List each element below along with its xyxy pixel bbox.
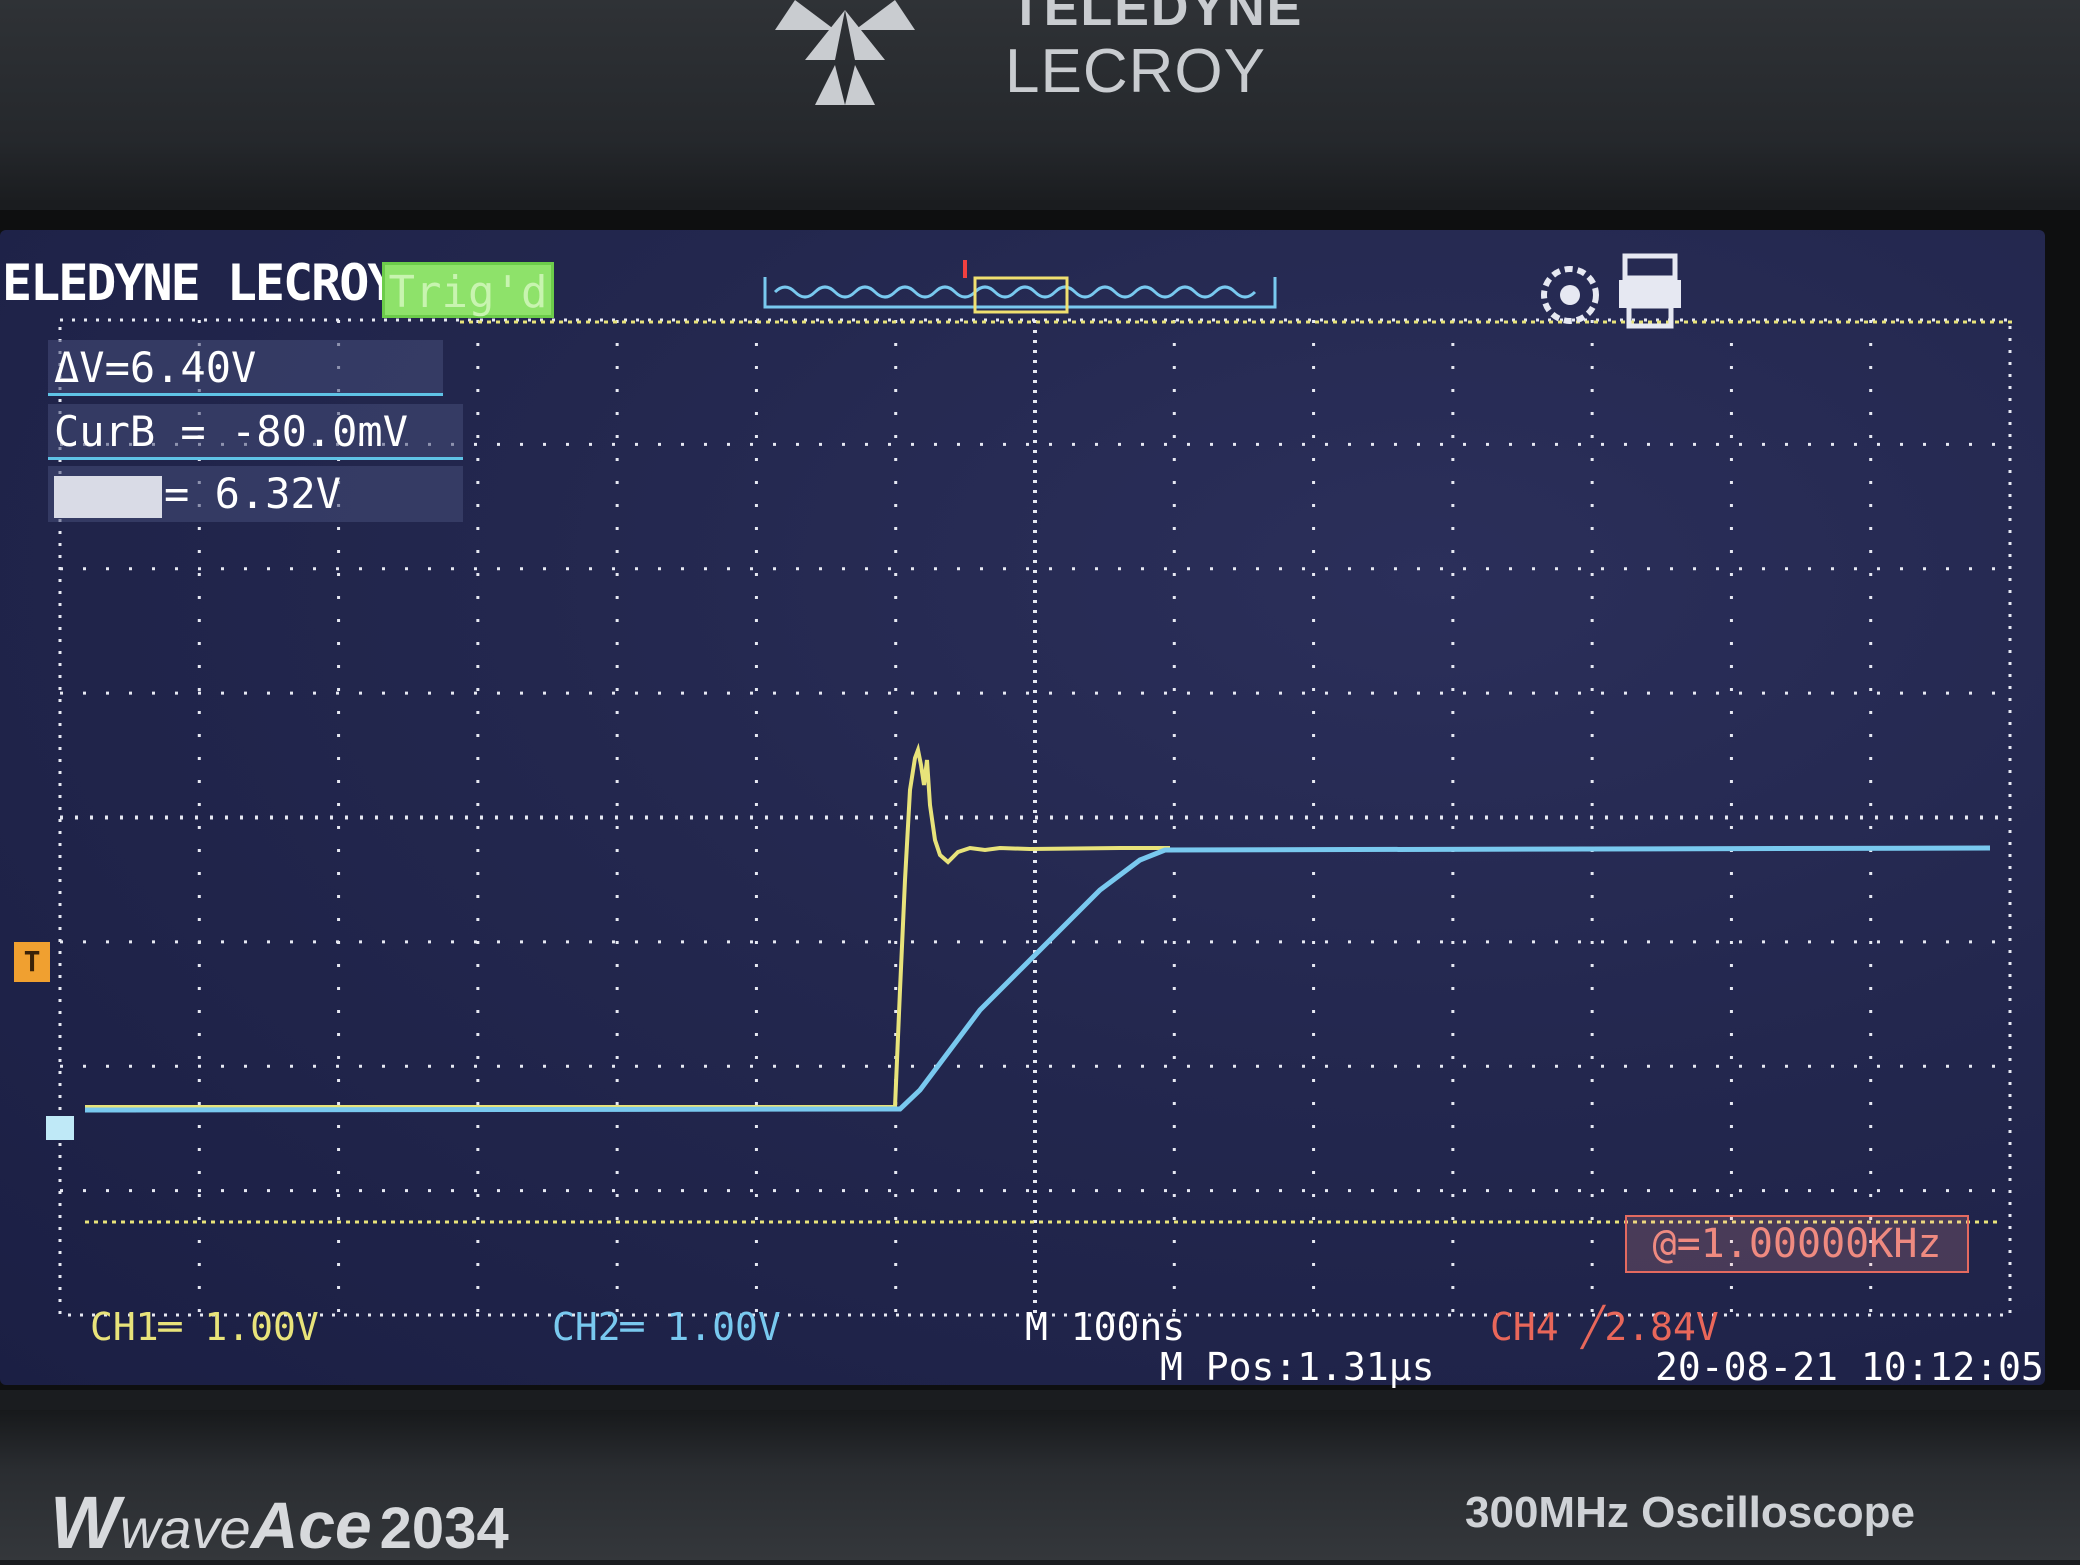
ch2-waveform xyxy=(84,845,1991,1113)
header-brand: ELEDYNE LECROY xyxy=(2,254,397,312)
screen-frame: ELEDYNE LECROY Trig'd ΔV=6.40V CurB = -8… xyxy=(0,210,2080,1390)
ch1-scale-label: CH1═ 1.00V xyxy=(90,1305,319,1349)
frequency-readout: @=1.00000KHz xyxy=(1625,1215,1969,1273)
model-description: 300MHz Oscilloscope xyxy=(1465,1488,1915,1537)
trigger-level-marker: T xyxy=(14,942,50,982)
cursor-delta-v-readout: ΔV=6.40V xyxy=(48,340,443,396)
timebase-label: M 100ns xyxy=(1025,1305,1186,1349)
model-logo: WwaveAce 2034 xyxy=(50,1480,509,1565)
oscilloscope-display: ELEDYNE LECROY Trig'd ΔV=6.40V CurB = -8… xyxy=(0,230,2045,1389)
datetime-label: 20-08-21 10:12:05 xyxy=(1655,1345,2044,1389)
model-number: 2034 xyxy=(379,1496,509,1561)
ch2-scale-label: CH2═ 1.00V xyxy=(552,1305,781,1349)
cursor-b-readout: CurB = -80.0mV xyxy=(48,404,463,460)
gear-icon xyxy=(1541,266,1599,324)
cursor-a-value: = 6.32V xyxy=(164,469,342,518)
cursor-a-readout: = 6.32V xyxy=(48,466,463,522)
model-ace: Ace xyxy=(250,1488,372,1562)
teledyne-logo-icon xyxy=(775,0,915,105)
trigger-source-label: CH4 ╱2.84V xyxy=(1490,1305,1719,1349)
channel-ground-marker xyxy=(46,1116,74,1140)
horizontal-position-label: M Pos:1.31μs xyxy=(1160,1345,1435,1389)
bezel-top: TELEDYNE LECROY xyxy=(0,0,2080,200)
trigger-status-badge: Trig'd xyxy=(382,262,554,318)
brand-name-line-1: TELEDYNE xyxy=(1010,0,1304,37)
printer-icon xyxy=(1619,253,1681,329)
model-w: W xyxy=(50,1481,120,1564)
timebase-overview-indicator xyxy=(763,260,1277,314)
model-wave: wave xyxy=(119,1497,251,1560)
cursor-a-label-highlight xyxy=(54,475,162,518)
ch1-waveform xyxy=(85,742,1170,1109)
brand-name-line-2: LECROY xyxy=(1005,37,1266,106)
